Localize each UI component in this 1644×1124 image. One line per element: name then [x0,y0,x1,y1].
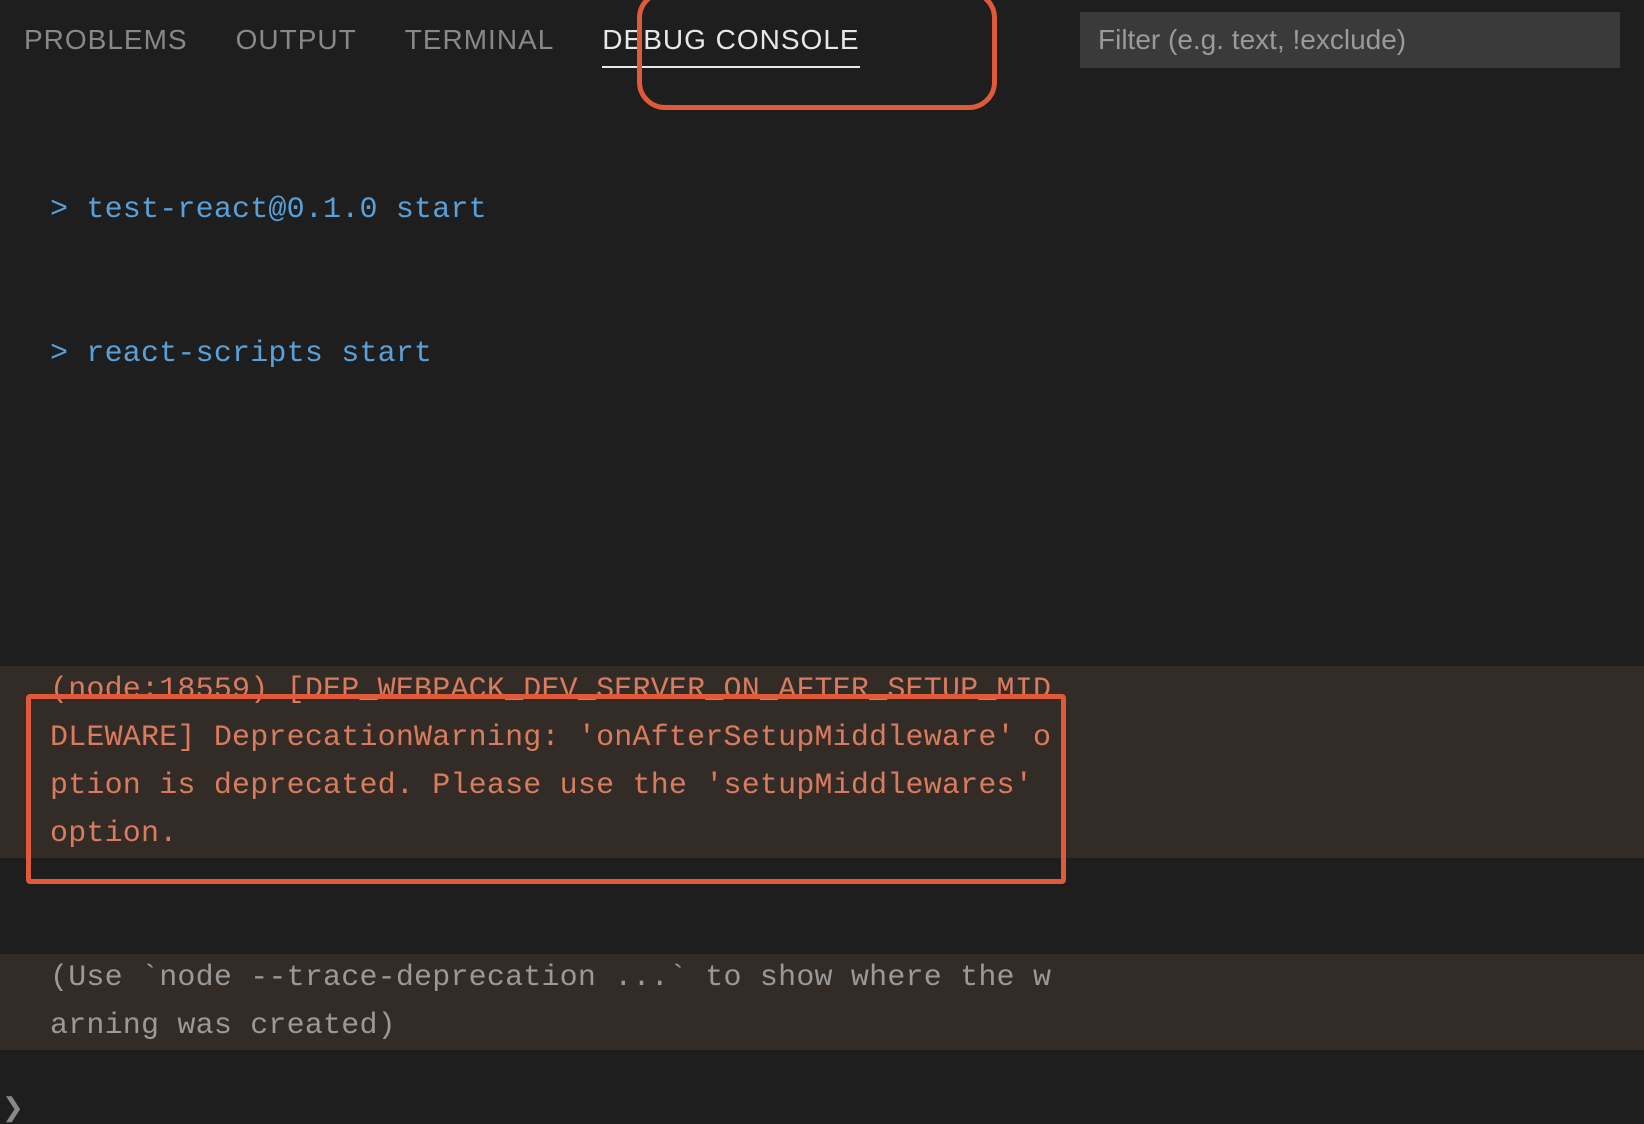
tab-problems[interactable]: PROBLEMS [24,4,188,76]
repl-prompt-icon[interactable]: ❯ [2,1093,24,1124]
console-line: > test-react@0.1.0 start [50,186,1060,234]
filter-input[interactable] [1080,12,1620,68]
panel-tab-bar: PROBLEMS OUTPUT TERMINAL DEBUG CONSOLE [0,0,1644,80]
console-warning: (node:18559) [DEP_WEBPACK_DEV_SERVER_ON_… [50,666,1060,858]
tab-debug-console[interactable]: DEBUG CONSOLE [602,4,859,76]
tab-terminal[interactable]: TERMINAL [405,4,555,76]
console-line: > react-scripts start [50,330,1060,378]
console-hint: (Use `node --trace-deprecation ...` to s… [50,954,1060,1050]
filter-container [1080,12,1620,68]
debug-console-output: > test-react@0.1.0 start > react-scripts… [0,80,1644,1124]
tab-output[interactable]: OUTPUT [236,4,357,76]
